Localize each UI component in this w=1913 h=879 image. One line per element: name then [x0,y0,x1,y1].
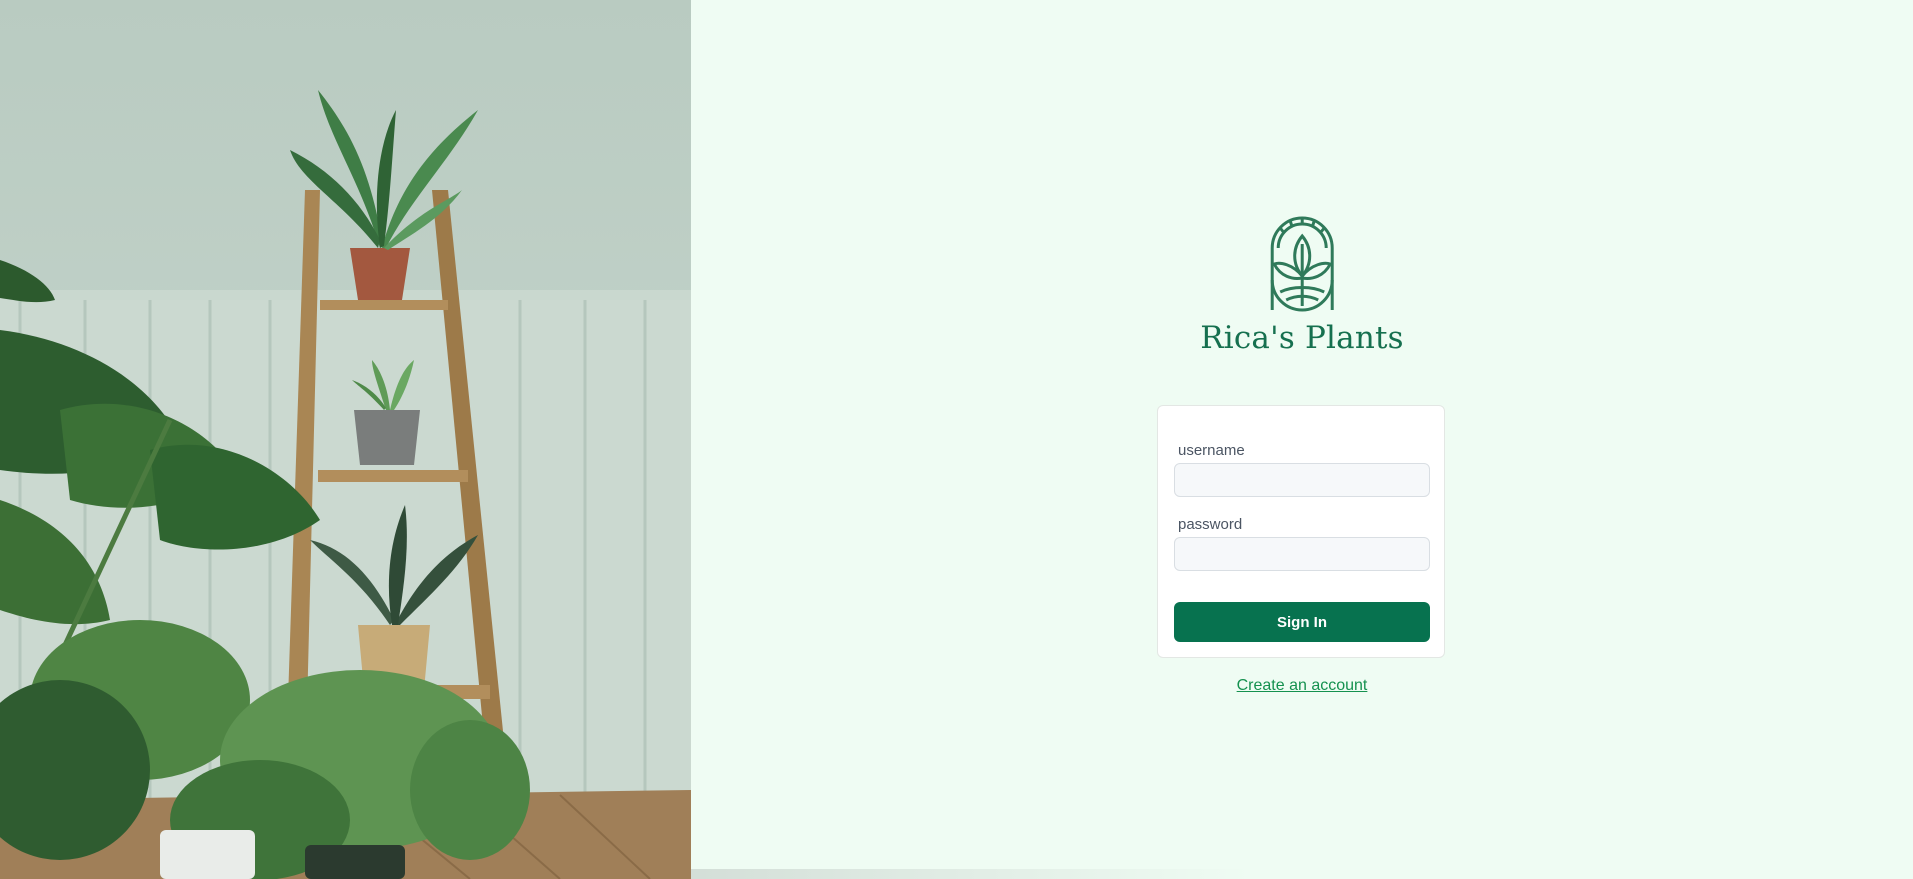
plant-arch-logo-icon [1270,216,1334,312]
password-label: password [1178,516,1243,533]
login-form: username password Sign In [1157,405,1445,658]
username-input[interactable] [1174,463,1430,497]
username-label: username [1178,442,1245,459]
hero-plant-photo [0,0,691,879]
sign-in-button[interactable]: Sign In [1174,602,1430,642]
plant-illustration [0,90,691,879]
bottom-shadow [691,869,1251,879]
login-page: Rica's Plants username password Sign In … [0,0,1913,879]
create-account-link[interactable]: Create an account [1237,677,1368,695]
brand-title: Rica's Plants [1200,320,1404,356]
password-input[interactable] [1174,537,1430,571]
login-panel: Rica's Plants username password Sign In … [691,0,1913,879]
brand-header: Rica's Plants [1200,214,1404,356]
